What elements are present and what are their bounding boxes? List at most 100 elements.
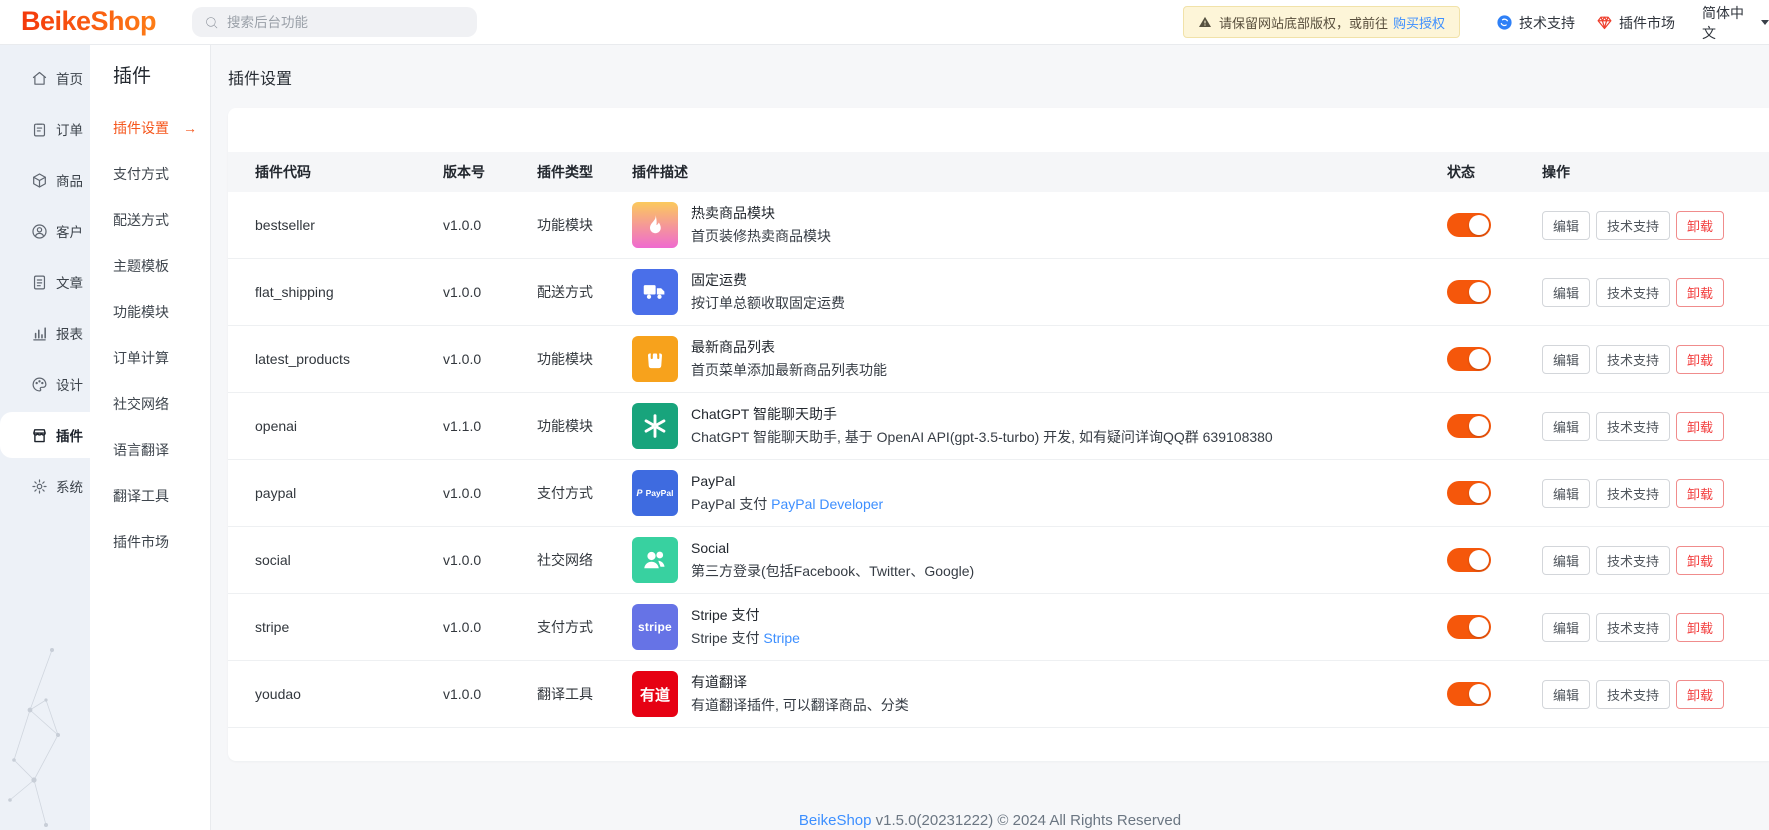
plugin-code: paypal [255,485,443,501]
tech-support-button[interactable]: 技术支持 [1596,613,1670,642]
system-icon [31,478,48,495]
plugin-title: 热卖商品模块 [691,202,831,225]
sidebar-items: 首页 订单 商品 客户 文章 报表 设计 插件 系统 [0,55,90,509]
top-bar: BeikeShop 请保留网站底部版权，或前往 购买授权 技术支持 插件市场 简… [0,0,1769,45]
chevron-down-icon [1761,20,1769,25]
plugin-description-link[interactable]: PayPal Developer [771,496,883,512]
edit-button[interactable]: 编辑 [1542,412,1590,441]
edit-button[interactable]: 编辑 [1542,479,1590,508]
active-arrow-icon: → [183,120,197,136]
column-header-version: 版本号 [443,162,537,182]
edit-button[interactable]: 编辑 [1542,211,1590,240]
tech-support-button[interactable]: 技术支持 [1596,345,1670,374]
status-toggle[interactable] [1447,280,1491,304]
uninstall-button[interactable]: 卸载 [1676,211,1724,240]
status-toggle[interactable] [1447,682,1491,706]
status-toggle[interactable] [1447,414,1491,438]
sidebar-item-插件[interactable]: 插件 [0,412,90,458]
tech-support-label: 技术支持 [1519,13,1575,33]
plugin-code: latest_products [255,351,443,367]
uninstall-button[interactable]: 卸载 [1676,278,1724,307]
sidebar-item-商品[interactable]: 商品 [0,157,90,203]
status-toggle[interactable] [1447,615,1491,639]
submenu-title: 插件 [113,61,210,88]
table-header-row: 插件代码 版本号 插件类型 插件描述 状态 操作 [228,152,1769,192]
edit-button[interactable]: 编辑 [1542,613,1590,642]
sidebar-item-label: 报表 [56,323,83,343]
sidebar-item-label: 订单 [56,119,83,139]
support-icon [1496,14,1513,31]
table-row: social v1.0.0 社交网络 Social 第三方登录(包括Facebo… [228,527,1769,594]
plugin-description: 有道翻译插件, 可以翻译商品、分类 [691,694,909,717]
admin-search[interactable] [192,7,477,37]
articles-icon [31,274,48,291]
tech-support-button[interactable]: 技术支持 [1596,278,1670,307]
edit-button[interactable]: 编辑 [1542,345,1590,374]
uninstall-button[interactable]: 卸载 [1676,613,1724,642]
plugin-description-cell: stripe Stripe 支付 Stripe 支付 Stripe [632,604,1445,650]
plugin-type: 配送方式 [537,282,632,302]
plugin-code: stripe [255,619,443,635]
sidebar-item-报表[interactable]: 报表 [0,310,90,356]
submenu-item-社交网络[interactable]: 社交网络 → [90,381,210,427]
tech-support-button[interactable]: 技术支持 [1596,680,1670,709]
plugin-title: PayPal [691,470,883,493]
plugin-version: v1.0.0 [443,217,537,233]
status-toggle[interactable] [1447,481,1491,505]
tech-support-button[interactable]: 技术支持 [1596,546,1670,575]
table-row: latest_products v1.0.0 功能模块 最新商品列表 首页菜单添… [228,326,1769,393]
sidebar-item-设计[interactable]: 设计 [0,361,90,407]
sidebar-item-文章[interactable]: 文章 [0,259,90,305]
status-toggle[interactable] [1447,347,1491,371]
search-input[interactable] [227,15,465,30]
submenu-item-主题模板[interactable]: 主题模板 → [90,243,210,289]
submenu-item-语言翻译[interactable]: 语言翻译 → [90,427,210,473]
buy-license-link[interactable]: 购买授权 [1393,13,1445,32]
submenu-item-功能模块[interactable]: 功能模块 → [90,289,210,335]
sidebar-item-系统[interactable]: 系统 [0,463,90,509]
uninstall-button[interactable]: 卸载 [1676,345,1724,374]
products-icon [31,172,48,189]
flame-icon [632,202,678,248]
plugin-description-link[interactable]: Stripe [763,630,800,646]
sidebar-item-订单[interactable]: 订单 [0,106,90,152]
submenu-item-翻译工具[interactable]: 翻译工具 → [90,473,210,519]
status-toggle[interactable] [1447,213,1491,237]
beikeshop-logo[interactable]: BeikeShop [21,6,156,37]
tech-support-menu[interactable]: 技术支持 [1496,0,1575,45]
column-header-description: 插件描述 [632,162,1445,182]
plugin-market-label: 插件市场 [1619,13,1675,33]
sidebar-item-客户[interactable]: 客户 [0,208,90,254]
warning-icon [1198,15,1212,29]
tech-support-button[interactable]: 技术支持 [1596,479,1670,508]
uninstall-button[interactable]: 卸载 [1676,412,1724,441]
language-selector[interactable]: 简体中文 [1702,0,1769,45]
status-toggle[interactable] [1447,548,1491,572]
submenu-item-label: 功能模块 [113,302,169,322]
openai-icon [632,403,678,449]
notice-text: 请保留网站底部版权，或前往 [1219,13,1388,32]
submenu-item-订单计算[interactable]: 订单计算 → [90,335,210,381]
submenu-item-插件市场[interactable]: 插件市场 → [90,519,210,565]
sidebar-item-首页[interactable]: 首页 [0,55,90,101]
edit-button[interactable]: 编辑 [1542,680,1590,709]
column-header-actions: 操作 [1540,162,1769,182]
plugin-title: 最新商品列表 [691,336,887,359]
submenu-item-支付方式[interactable]: 支付方式 → [90,151,210,197]
submenu-item-插件设置[interactable]: 插件设置 → [90,105,210,151]
main-content: 插件设置 插件代码 版本号 插件类型 插件描述 状态 操作 bestseller… [211,45,1769,830]
plugin-code: youdao [255,686,443,702]
table-body: bestseller v1.0.0 功能模块 热卖商品模块 首页装修热卖商品模块… [228,192,1769,728]
edit-button[interactable]: 编辑 [1542,546,1590,575]
uninstall-button[interactable]: 卸载 [1676,680,1724,709]
uninstall-button[interactable]: 卸载 [1676,479,1724,508]
edit-button[interactable]: 编辑 [1542,278,1590,307]
plugin-market-menu[interactable]: 插件市场 [1596,0,1675,45]
submenu-item-label: 语言翻译 [113,440,169,460]
uninstall-button[interactable]: 卸载 [1676,546,1724,575]
tech-support-button[interactable]: 技术支持 [1596,412,1670,441]
submenu-item-配送方式[interactable]: 配送方式 → [90,197,210,243]
tech-support-button[interactable]: 技术支持 [1596,211,1670,240]
footer-beikeshop-link[interactable]: BeikeShop [799,812,872,829]
submenu-item-label: 主题模板 [113,256,169,276]
